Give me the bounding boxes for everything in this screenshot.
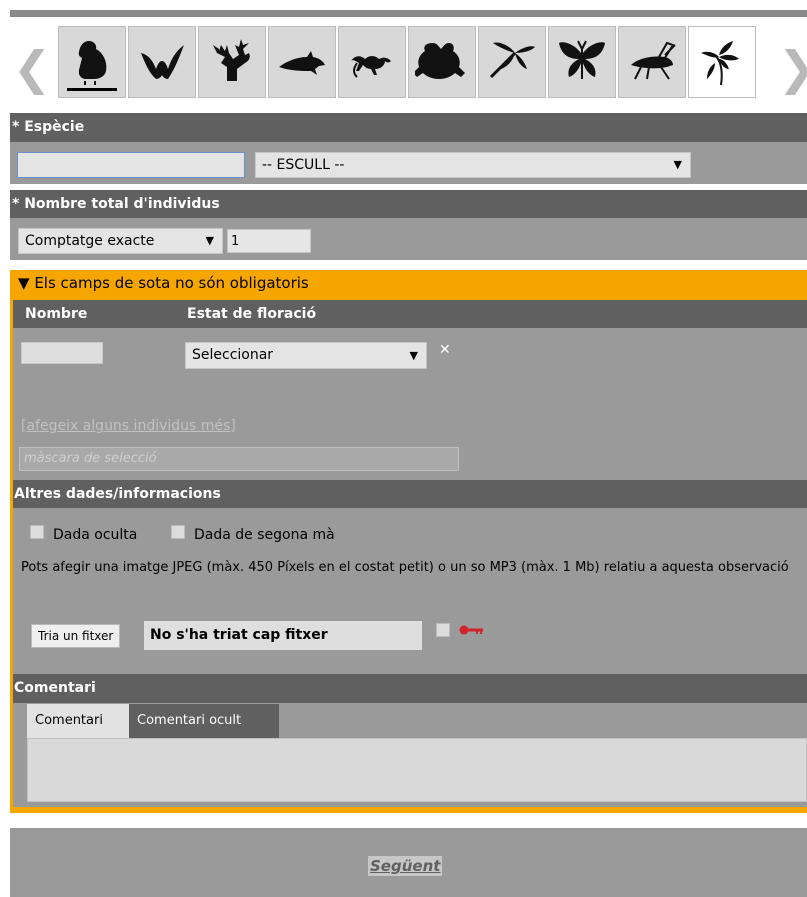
optional-panel: Nombre Estat de floració Seleccionar ▼ ✕… — [13, 300, 807, 807]
hidden-data-label: Dada oculta — [53, 527, 138, 543]
bat-icon — [141, 45, 184, 79]
taxon-plants[interactable] — [688, 26, 756, 98]
individual-number-input[interactable] — [21, 342, 103, 364]
total-count-header: * Nombre total d'individus — [10, 190, 807, 218]
taxon-mammals[interactable] — [198, 26, 266, 98]
add-more-individuals-link[interactable]: [afegeix alguns individus més] — [21, 418, 236, 434]
next-arrow-icon[interactable]: ❯ — [778, 26, 807, 110]
flowering-state-select[interactable]: Seleccionar ▼ — [185, 342, 427, 369]
attachment-private-checkbox[interactable] — [436, 623, 450, 637]
key-icon — [459, 625, 483, 635]
close-icon[interactable]: ✕ — [439, 342, 451, 358]
upload-info-text: Pots afegir una imatge JPEG (màx. 450 Pí… — [21, 560, 789, 575]
taxon-orthoptera[interactable] — [618, 26, 686, 98]
col-nombre: Nombre — [25, 306, 88, 322]
species-header: * Espècie — [10, 113, 807, 142]
deer-icon — [213, 39, 250, 81]
tab-comment[interactable]: Comentari — [27, 704, 137, 738]
taxon-reptiles[interactable] — [338, 26, 406, 98]
taxon-butterflies[interactable] — [548, 26, 616, 98]
lizard-icon — [351, 56, 391, 78]
bird-icon — [78, 41, 107, 85]
other-data-label: Altres dades/informacions — [14, 486, 221, 502]
flowering-state-value: Seleccionar — [192, 347, 274, 363]
tab-hidden-comment[interactable]: Comentari ocult — [129, 704, 279, 738]
species-select-value: -- ESCULL -- — [262, 157, 345, 173]
taxon-bar — [58, 26, 778, 100]
species-text-input[interactable] — [17, 152, 245, 178]
dragonfly-icon — [489, 42, 535, 79]
grasshopper-icon — [631, 41, 676, 80]
frog-icon — [415, 43, 465, 79]
taxon-selector: ❮ — [10, 26, 807, 110]
second-hand-checkbox[interactable] — [171, 525, 185, 539]
selection-mask-input[interactable]: màscara de selecció — [19, 447, 459, 471]
individuals-header: Nombre Estat de floració — [13, 300, 807, 328]
taxon-underline — [67, 88, 117, 91]
triangle-down-icon: ▼ — [18, 274, 30, 292]
chevron-down-icon: ▼ — [409, 349, 418, 362]
taxon-odonata[interactable] — [478, 26, 546, 98]
footer-bar: Següent — [10, 828, 807, 897]
chevron-down-icon: ▼ — [205, 234, 214, 247]
count-value-input[interactable] — [227, 229, 311, 253]
comment-textarea[interactable] — [27, 738, 807, 802]
butterfly-icon — [559, 40, 605, 79]
second-hand-label: Dada de segona mà — [194, 527, 335, 543]
comment-label: Comentari — [14, 680, 96, 696]
orchid-icon — [701, 41, 739, 86]
taxon-birds[interactable] — [58, 26, 126, 98]
taxon-bats[interactable] — [128, 26, 196, 98]
optional-title: Els camps de sota no són obligatoris — [34, 274, 309, 292]
optional-toggle[interactable]: ▼ Els camps de sota no són obligatoris — [18, 274, 309, 292]
optional-section: ▼ Els camps de sota no són obligatoris N… — [10, 270, 807, 813]
hidden-data-checkbox[interactable] — [30, 525, 44, 539]
count-type-select[interactable]: Comptatge exacte ▼ — [18, 228, 223, 254]
chevron-down-icon: ▼ — [673, 158, 682, 171]
col-floracio: Estat de floració — [187, 306, 317, 322]
choose-file-button[interactable]: Tria un fitxer — [31, 624, 121, 648]
prev-arrow-icon[interactable]: ❮ — [10, 26, 54, 110]
next-button[interactable]: Següent — [368, 856, 443, 876]
other-data-header: Altres dades/informacions — [13, 480, 807, 508]
taxon-marine[interactable] — [268, 26, 336, 98]
file-name-display: No s'ha triat cap fitxer — [144, 621, 422, 650]
top-divider — [10, 10, 807, 17]
count-type-value: Comptatge exacte — [25, 233, 155, 249]
taxon-amphibians[interactable] — [408, 26, 476, 98]
dolphin-icon — [279, 51, 325, 75]
species-select[interactable]: -- ESCULL -- ▼ — [255, 152, 691, 178]
comment-header: Comentari — [13, 674, 807, 703]
